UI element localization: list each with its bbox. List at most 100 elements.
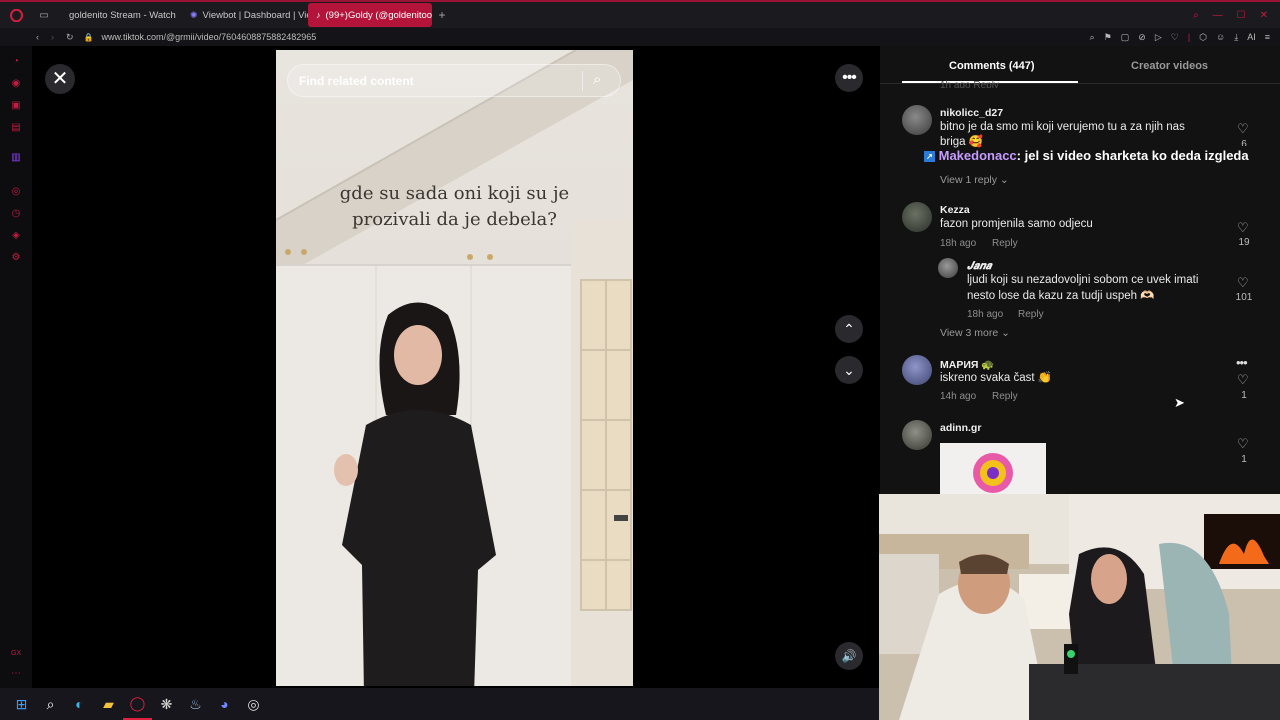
previous-video-button[interactable]: ⌃ — [835, 315, 863, 343]
aria-ai-button[interactable]: AI — [1247, 32, 1256, 42]
comment-text: bitno je da smo mi koji verujemo tu a za… — [940, 121, 1185, 133]
workspaces-icon[interactable]: ▭ — [32, 3, 56, 27]
search-placeholder: Find related content — [299, 74, 414, 88]
more-icon[interactable]: ⋯ — [10, 668, 22, 680]
avatar[interactable] — [902, 355, 932, 385]
avatar[interactable] — [902, 420, 932, 450]
like-heart-icon[interactable]: ♡ — [1237, 121, 1249, 137]
instagram-icon[interactable]: ▤ — [10, 122, 22, 134]
steam-icon[interactable]: ♨ — [181, 688, 210, 720]
comment-time: 18h ago — [967, 309, 1004, 320]
minimize-button[interactable]: — — [1213, 10, 1223, 21]
like-count: 101 — [1235, 292, 1253, 303]
heart-icon[interactable]: ♡ — [1171, 32, 1179, 43]
comment-username[interactable]: nikolicc_d27 — [940, 107, 1003, 119]
history-icon[interactable]: ◷ — [10, 208, 22, 220]
windows-start-icon[interactable]: ⊞ — [7, 688, 36, 720]
reply-button[interactable]: Reply — [992, 391, 1018, 402]
comment-username[interactable]: adinn.gr — [940, 422, 981, 434]
search-tabs-icon[interactable]: ⌕ — [1193, 10, 1199, 21]
menu-icon[interactable]: ≡ — [1265, 32, 1270, 42]
reload-icon[interactable]: ↻ — [66, 32, 74, 43]
forward-icon[interactable]: › — [51, 32, 54, 42]
avatar[interactable] — [902, 202, 932, 232]
like-count: 1 — [1241, 454, 1247, 465]
comment-image[interactable] — [940, 443, 1046, 494]
tab-creator-videos[interactable]: Creator videos — [1131, 60, 1208, 72]
view-replies-button[interactable]: View 1 reply ⌄ — [940, 174, 1009, 186]
search-icon[interactable]: ⌕ — [593, 71, 601, 88]
comment-username[interactable]: 𝑱𝒂𝒏𝒂 — [967, 260, 991, 273]
avatar[interactable] — [938, 258, 958, 278]
caption-line: gde su sada oni koji su je — [339, 183, 570, 204]
aria-icon[interactable]: ◔ — [10, 56, 22, 68]
tab-label: (99+)Goldy (@goldenitoo) — [325, 9, 433, 21]
view-more-button[interactable]: View 3 more ⌄ — [940, 327, 1010, 339]
reply-button[interactable]: Reply — [992, 238, 1018, 249]
like-heart-icon[interactable]: ♡ — [1237, 436, 1249, 452]
settings-icon[interactable]: ⚙ — [10, 252, 22, 264]
player-icon[interactable]: ▷ — [1155, 32, 1162, 43]
comment-time: 14h ago — [940, 391, 977, 402]
app-icon[interactable]: ❋ — [152, 688, 181, 720]
tab-comments[interactable]: Comments (447) — [949, 60, 1035, 72]
edge-icon[interactable]: ◐ — [65, 688, 94, 720]
download-icon[interactable]: ⤓ — [1234, 32, 1238, 43]
extensions-icon[interactable]: ⬡ — [1199, 32, 1207, 43]
caption-line: prozivali da je debela? — [352, 209, 557, 230]
zoom-icon[interactable]: ⌕ — [1090, 32, 1095, 43]
tab-viewbot-dashboard[interactable]: ✺ Viewbot | Dashboard | Vie — [182, 3, 308, 27]
comment-username[interactable]: МАРИЯ 🐢 — [940, 358, 994, 371]
volume-button[interactable]: 🔊 — [835, 642, 863, 670]
viewbot-icon: ✺ — [190, 9, 198, 20]
snapshot-icon[interactable]: ▢ — [1121, 32, 1130, 43]
sidebar-rail: ◔ ◉ ▣ ▤ ▥ ◎ ◷ ◈ ⚙ GX ⋯ — [0, 46, 32, 688]
new-tab-button[interactable]: + — [432, 8, 452, 22]
tab-label: Viewbot | Dashboard | Vie — [202, 9, 308, 21]
gx-icon[interactable]: GX — [10, 648, 22, 660]
like-count: 1 — [1241, 390, 1247, 401]
like-heart-icon[interactable]: ♡ — [1237, 372, 1249, 388]
divider: | — [1187, 32, 1191, 42]
bookmark-icon[interactable]: ⚑ — [1104, 32, 1112, 43]
adblock-icon[interactable]: ⊘ — [1138, 32, 1146, 43]
more-options-button[interactable]: ••• — [835, 64, 863, 92]
comment-text: iskreno svaka čast 👏 — [940, 372, 1053, 384]
like-heart-icon[interactable]: ♡ — [1237, 220, 1249, 236]
tab-goldenito-stream[interactable]: goldenito Stream - Watch — [56, 3, 182, 27]
opera-logo-icon[interactable] — [0, 3, 32, 27]
pinboard-icon[interactable]: ◈ — [10, 230, 22, 242]
file-explorer-icon[interactable]: ▰ — [94, 688, 123, 720]
avatar[interactable] — [902, 105, 932, 135]
video-player[interactable]: Find related content ⌕ gde su sada oni k… — [276, 50, 633, 686]
like-heart-icon[interactable]: ♡ — [1237, 275, 1249, 291]
search-icon[interactable]: ⌕ — [36, 688, 65, 720]
lock-icon: 🔒 — [83, 32, 94, 42]
url-field[interactable]: www.tiktok.com/@grmii/video/760460887588… — [102, 32, 317, 42]
browser-tab-bar: ▭ goldenito Stream - Watch ✺ Viewbot | D… — [0, 0, 1280, 28]
messenger-icon[interactable]: ◉ — [10, 78, 22, 90]
chat-icon[interactable]: ▣ — [10, 100, 22, 112]
comment-more-icon[interactable]: ••• — [1236, 355, 1248, 370]
comments-panel: Comments (447) Creator videos 1h ago Rep… — [880, 46, 1280, 494]
discord-icon[interactable]: ◕ — [210, 688, 239, 720]
back-icon[interactable]: ‹ — [36, 32, 39, 42]
obs-icon[interactable]: ◎ — [239, 688, 268, 720]
person-figure — [306, 295, 526, 686]
twitch-icon[interactable]: ▥ — [10, 152, 22, 164]
next-video-button[interactable]: ⌄ — [835, 356, 863, 384]
like-count: 19 — [1238, 237, 1250, 248]
webcam-overlay — [879, 494, 1280, 720]
close-button[interactable]: ✕ — [45, 64, 75, 94]
player-icon[interactable]: ◎ — [10, 186, 22, 198]
search-bar[interactable]: Find related content ⌕ — [287, 64, 621, 97]
reply-button[interactable]: Reply — [1018, 309, 1044, 320]
tab-tiktok-goldy[interactable]: ♪ (99+)Goldy (@goldenitoo) — [308, 3, 432, 27]
maximize-button[interactable]: ☐ — [1237, 10, 1246, 21]
opera-gx-icon[interactable]: ◯ — [123, 688, 152, 720]
close-window-button[interactable]: ✕ — [1260, 10, 1268, 21]
profile-icon[interactable]: ☺ — [1216, 32, 1225, 42]
chat-badge-icon: ↗ — [924, 151, 935, 162]
comment-username[interactable]: Kezza — [940, 204, 970, 216]
video-caption: gde su sada oni koji su je prozivali da … — [276, 181, 633, 233]
